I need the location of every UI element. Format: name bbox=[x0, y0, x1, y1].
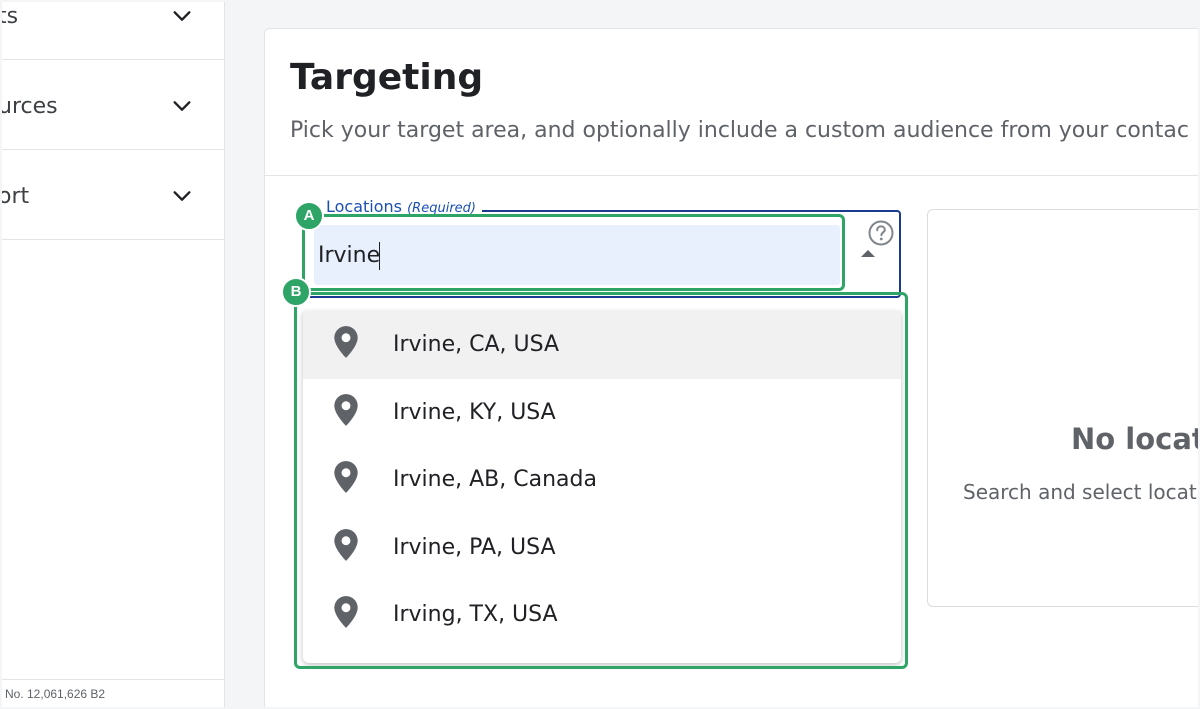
sidebar-item-label: ort bbox=[2, 184, 30, 209]
sidebar-item-3[interactable]: ort bbox=[2, 150, 225, 240]
sidebar-item-1[interactable]: ts bbox=[2, 2, 225, 60]
page-subtitle: Pick your target area, and optionally in… bbox=[290, 118, 1189, 143]
empty-state-title: No locati bbox=[1071, 422, 1198, 456]
divider bbox=[265, 175, 1198, 176]
selected-locations-panel: No locati Search and select locati bbox=[927, 209, 1198, 607]
app-frame: ts urces ort No. 12,061,626 B2 Targeting… bbox=[2, 2, 1198, 707]
annotation-box-a bbox=[302, 214, 845, 291]
empty-state-subtitle: Search and select locati bbox=[963, 480, 1198, 504]
annotation-badge-b: B bbox=[281, 277, 311, 307]
patent-notice: No. 12,061,626 B2 bbox=[2, 679, 225, 707]
annotation-box-b bbox=[294, 292, 908, 669]
sidebar: ts urces ort No. 12,061,626 B2 bbox=[2, 2, 225, 707]
caret-up-icon[interactable] bbox=[859, 247, 877, 259]
page-title: Targeting bbox=[290, 57, 484, 98]
chevron-down-icon bbox=[173, 11, 191, 21]
sidebar-item-label: ts bbox=[2, 4, 19, 29]
annotation-badge-a: A bbox=[294, 201, 324, 231]
chevron-down-icon bbox=[173, 191, 191, 201]
sidebar-item-label: urces bbox=[2, 94, 58, 119]
sidebar-item-2[interactable]: urces bbox=[2, 60, 225, 150]
chevron-down-icon bbox=[173, 101, 191, 111]
help-icon[interactable] bbox=[867, 219, 895, 247]
